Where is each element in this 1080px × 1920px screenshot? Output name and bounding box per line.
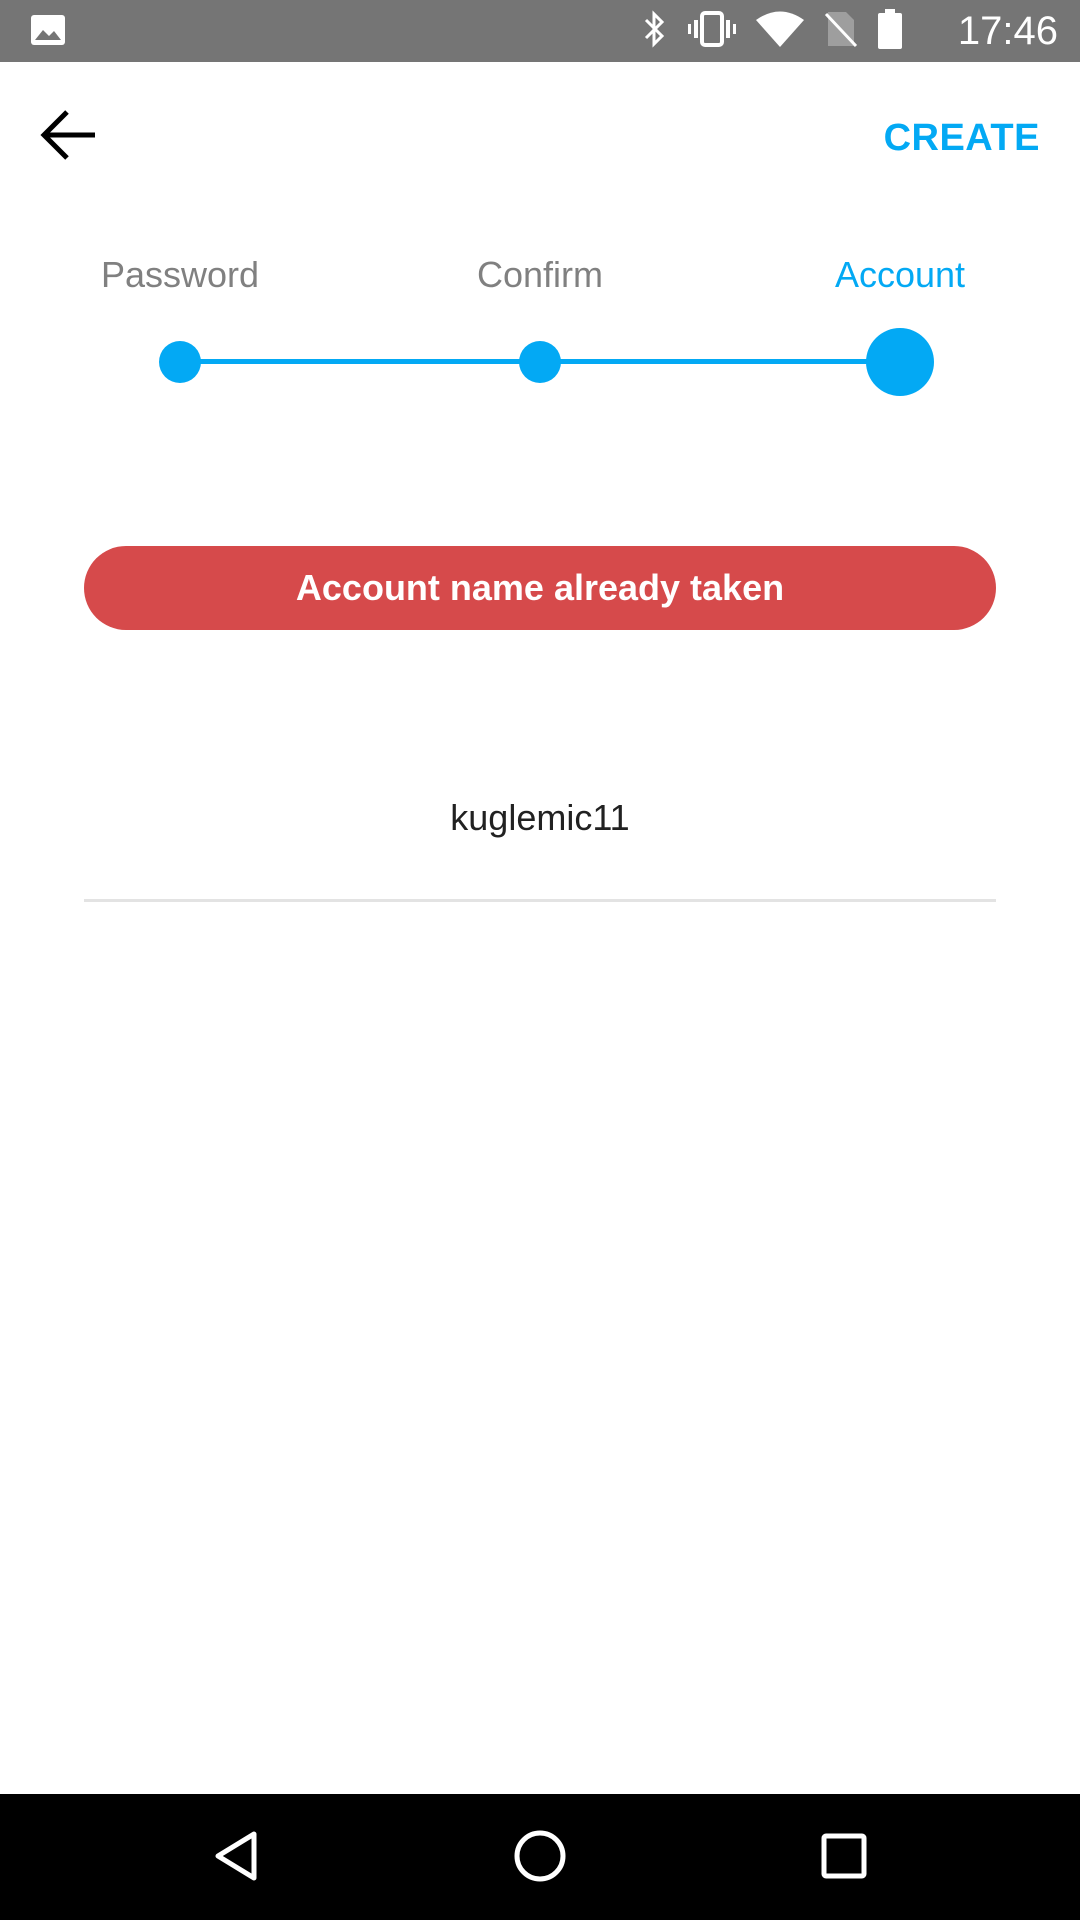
- status-icons: [642, 8, 902, 54]
- step-connector: [180, 359, 540, 364]
- status-time: 17:46: [957, 9, 1058, 53]
- create-button[interactable]: CREATE: [884, 108, 1040, 168]
- nav-recents-button[interactable]: [808, 1822, 880, 1894]
- back-button[interactable]: [28, 100, 108, 174]
- step-dot-confirm: [519, 341, 561, 383]
- nav-home-icon: [513, 1829, 567, 1888]
- input-underline: [84, 899, 996, 902]
- nav-back-icon: [212, 1829, 260, 1888]
- error-banner: Account name already taken: [84, 546, 996, 630]
- no-sim-icon: [824, 10, 858, 53]
- nav-home-button[interactable]: [504, 1822, 576, 1894]
- status-bar: 17:46: [0, 0, 1080, 62]
- step-connector: [540, 359, 900, 364]
- vibrate-icon: [688, 10, 736, 52]
- wifi-icon: [756, 11, 804, 52]
- step-label-account: Account: [834, 254, 966, 295]
- account-name-input[interactable]: [84, 780, 996, 856]
- nav-recents-icon: [820, 1832, 868, 1885]
- bluetooth-icon: [642, 9, 668, 53]
- arrow-back-icon: [39, 108, 97, 167]
- nav-back-button[interactable]: [200, 1822, 272, 1894]
- gallery-icon: [30, 14, 66, 46]
- step-label-password: Password: [100, 254, 260, 295]
- step-dot-password: [159, 341, 201, 383]
- battery-icon: [878, 8, 902, 54]
- step-dot-account-active: [866, 328, 934, 396]
- step-label-confirm: Confirm: [476, 254, 604, 295]
- navigation-bar: [0, 1794, 1080, 1920]
